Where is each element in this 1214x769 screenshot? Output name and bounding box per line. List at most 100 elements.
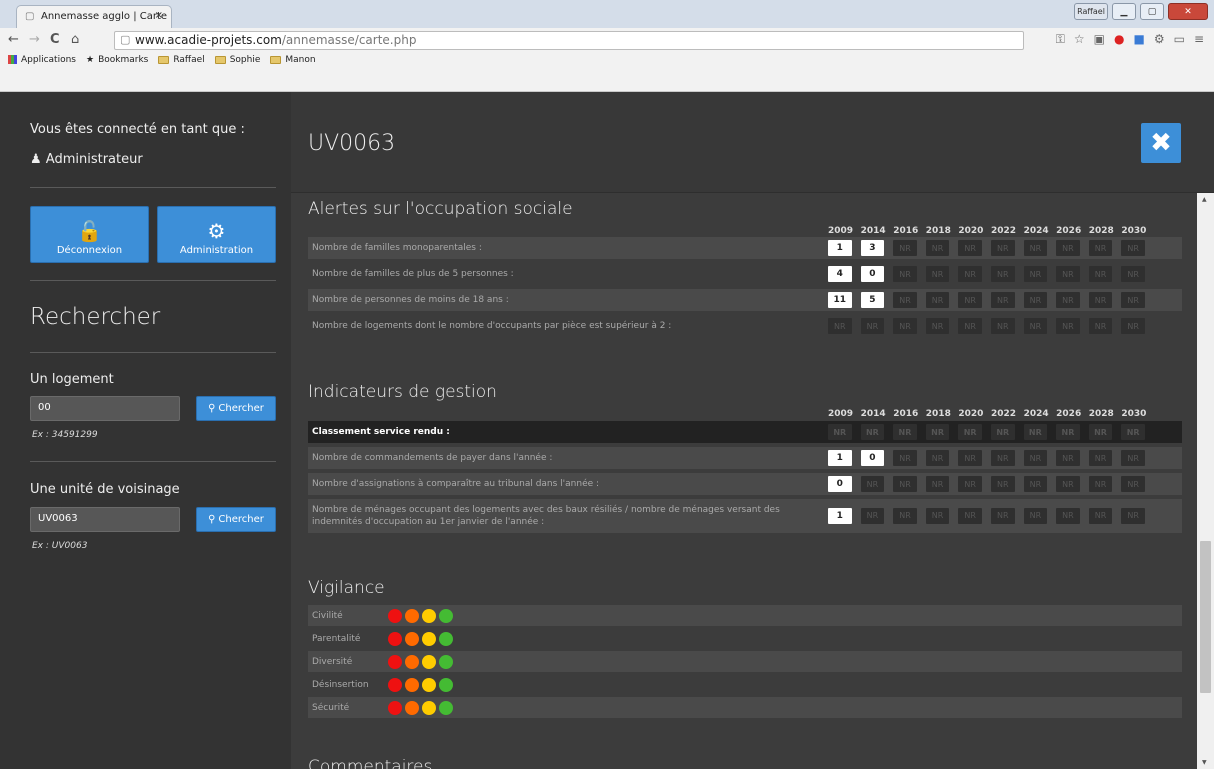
value-cell: NR (1023, 318, 1048, 334)
divider (30, 352, 276, 353)
browser-tab[interactable]: ▢ Annemasse agglo | Carte × (16, 5, 172, 28)
menu-icon[interactable]: ≡ (1194, 32, 1204, 47)
year-header: 2016 (893, 226, 919, 236)
years-header: 2009 2014 2016 2018 2020 2022 2024 2026 2028 2030 (828, 409, 1154, 419)
value-cell: 3 (860, 240, 885, 256)
address-bar[interactable]: ▢ www.acadie-projets.com/annemasse/carte… (114, 31, 1024, 50)
status-dot[interactable] (439, 700, 453, 715)
logout-label: Déconnexion (56, 245, 123, 256)
status-dot[interactable] (422, 608, 436, 623)
browser-chrome: ▢ Annemasse agglo | Carte × Raffael ▁ ▢ … (0, 0, 1214, 92)
status-dot[interactable] (439, 631, 453, 646)
key-icon[interactable]: ⚿ (1056, 32, 1065, 47)
logout-button[interactable]: 🔓 Déconnexion (30, 206, 149, 263)
year-header: 2026 (1056, 226, 1082, 236)
value-cell: NR (860, 318, 885, 334)
bookmark-bookmarks[interactable]: ★ Bookmarks (86, 55, 148, 65)
status-dot[interactable] (422, 631, 436, 646)
status-dot[interactable] (388, 631, 402, 646)
value-cell: NR (925, 424, 950, 440)
status-dot[interactable] (405, 631, 419, 646)
sidebar: Vous êtes connecté en tant que : ♟ Admin… (0, 92, 291, 769)
status-dot[interactable] (405, 700, 419, 715)
value-cell: NR (1023, 476, 1048, 492)
value-cell: NR (1088, 318, 1113, 334)
value-cell: NR (958, 318, 982, 334)
logement-example: Ex : 34591299 (32, 430, 98, 440)
status-dot[interactable] (388, 700, 402, 715)
translate-icon[interactable]: ▣ (1094, 32, 1105, 47)
close-window-icon[interactable]: ✕ (1168, 3, 1208, 20)
vigilance-dots (388, 631, 453, 646)
value-cell: NR (958, 450, 982, 466)
maximize-icon[interactable]: ▢ (1140, 3, 1164, 20)
uv-label: Une unité de voisinage (30, 482, 180, 497)
tool-icon[interactable]: ⚙ (1154, 32, 1165, 47)
uv-input[interactable]: UV0063 (30, 507, 180, 532)
tab-close-icon[interactable]: × (155, 10, 163, 21)
scroll-down-icon[interactable]: ▼ (1202, 759, 1207, 766)
extension-icon[interactable]: ■ (1133, 32, 1144, 47)
gestion-title: Indicateurs de gestion (308, 382, 497, 402)
page-icon: ▢ (25, 11, 35, 22)
value-cell: NR (990, 292, 1015, 308)
back-icon[interactable]: ← (8, 32, 19, 47)
bookmarks-bar: Applications ★ Bookmarks Raffael Sophie M… (0, 52, 1214, 67)
vigilance-label: Sécurité (312, 702, 350, 713)
scrollbar[interactable]: ▲ ▼ (1197, 193, 1214, 769)
reload-icon[interactable]: C (50, 32, 60, 47)
value-cell: NR (925, 450, 950, 466)
home-icon[interactable]: ⌂ (71, 32, 79, 47)
bookmark-sophie[interactable]: Sophie (214, 55, 260, 65)
profile-button[interactable]: Raffael (1074, 3, 1108, 20)
forward-icon[interactable]: → (29, 32, 40, 47)
status-dot[interactable] (405, 677, 419, 692)
value-cell: 1 (828, 450, 852, 466)
status-dot[interactable] (388, 677, 402, 692)
status-dot[interactable] (422, 700, 436, 715)
row-label: Nombre de commandements de payer dans l'… (312, 453, 553, 463)
logement-search-button[interactable]: ⚲ Chercher (196, 396, 276, 421)
status-dot[interactable] (422, 654, 436, 669)
value-cell: NR (1023, 508, 1048, 524)
cast-icon[interactable]: ▭ (1174, 32, 1185, 47)
status-dot[interactable] (422, 677, 436, 692)
value-cell: NR (1121, 240, 1145, 256)
extension-icons: ⚿ ☆ ▣ ● ■ ⚙ ▭ ≡ (1056, 32, 1204, 47)
status-dot[interactable] (388, 608, 402, 623)
row-label: Nombre de familles monoparentales : (312, 243, 482, 253)
value-cells: 1 NR NR NR NR NR NR NR NR NR (828, 499, 1154, 533)
value-cells: 11 5 NR NR NR NR NR NR NR NR (828, 289, 1154, 311)
table-row: Nombre de ménages occupant des logements… (308, 499, 1182, 533)
status-dot[interactable] (439, 677, 453, 692)
value-cell: NR (1088, 424, 1113, 440)
value-cell: NR (990, 318, 1015, 334)
status-dot[interactable] (405, 654, 419, 669)
close-panel-button[interactable]: ✖ (1141, 123, 1181, 163)
status-dot[interactable] (405, 608, 419, 623)
star-icon[interactable]: ☆ (1074, 32, 1085, 47)
status-dot[interactable] (439, 654, 453, 669)
administration-button[interactable]: ⚙ Administration (157, 206, 276, 263)
value-cell: NR (1056, 424, 1080, 440)
bookmark-raffael[interactable]: Raffael (158, 55, 205, 65)
bookmark-apps[interactable]: Applications (8, 55, 76, 65)
connected-label: Vous êtes connecté en tant que : (30, 122, 245, 137)
adblock-icon[interactable]: ● (1114, 32, 1124, 47)
value-cell: 1 (828, 240, 852, 256)
scrollbar-thumb[interactable] (1200, 541, 1211, 693)
logement-input[interactable]: 00 (30, 396, 180, 421)
value-cell: NR (1056, 240, 1080, 256)
bookmark-manon[interactable]: Manon (270, 55, 316, 65)
status-dot[interactable] (388, 654, 402, 669)
minimize-icon[interactable]: ▁ (1112, 3, 1136, 20)
year-header: 2026 (1056, 409, 1082, 419)
table-row: Nombre de personnes de moins de 18 ans :… (308, 289, 1182, 311)
uv-search-button[interactable]: ⚲ Chercher (196, 507, 276, 532)
divider (30, 187, 276, 188)
status-dot[interactable] (439, 608, 453, 623)
year-header: 2020 (958, 409, 984, 419)
scroll-up-icon[interactable]: ▲ (1202, 196, 1207, 203)
user-label: Administrateur (45, 152, 143, 167)
value-cell: NR (1023, 240, 1048, 256)
